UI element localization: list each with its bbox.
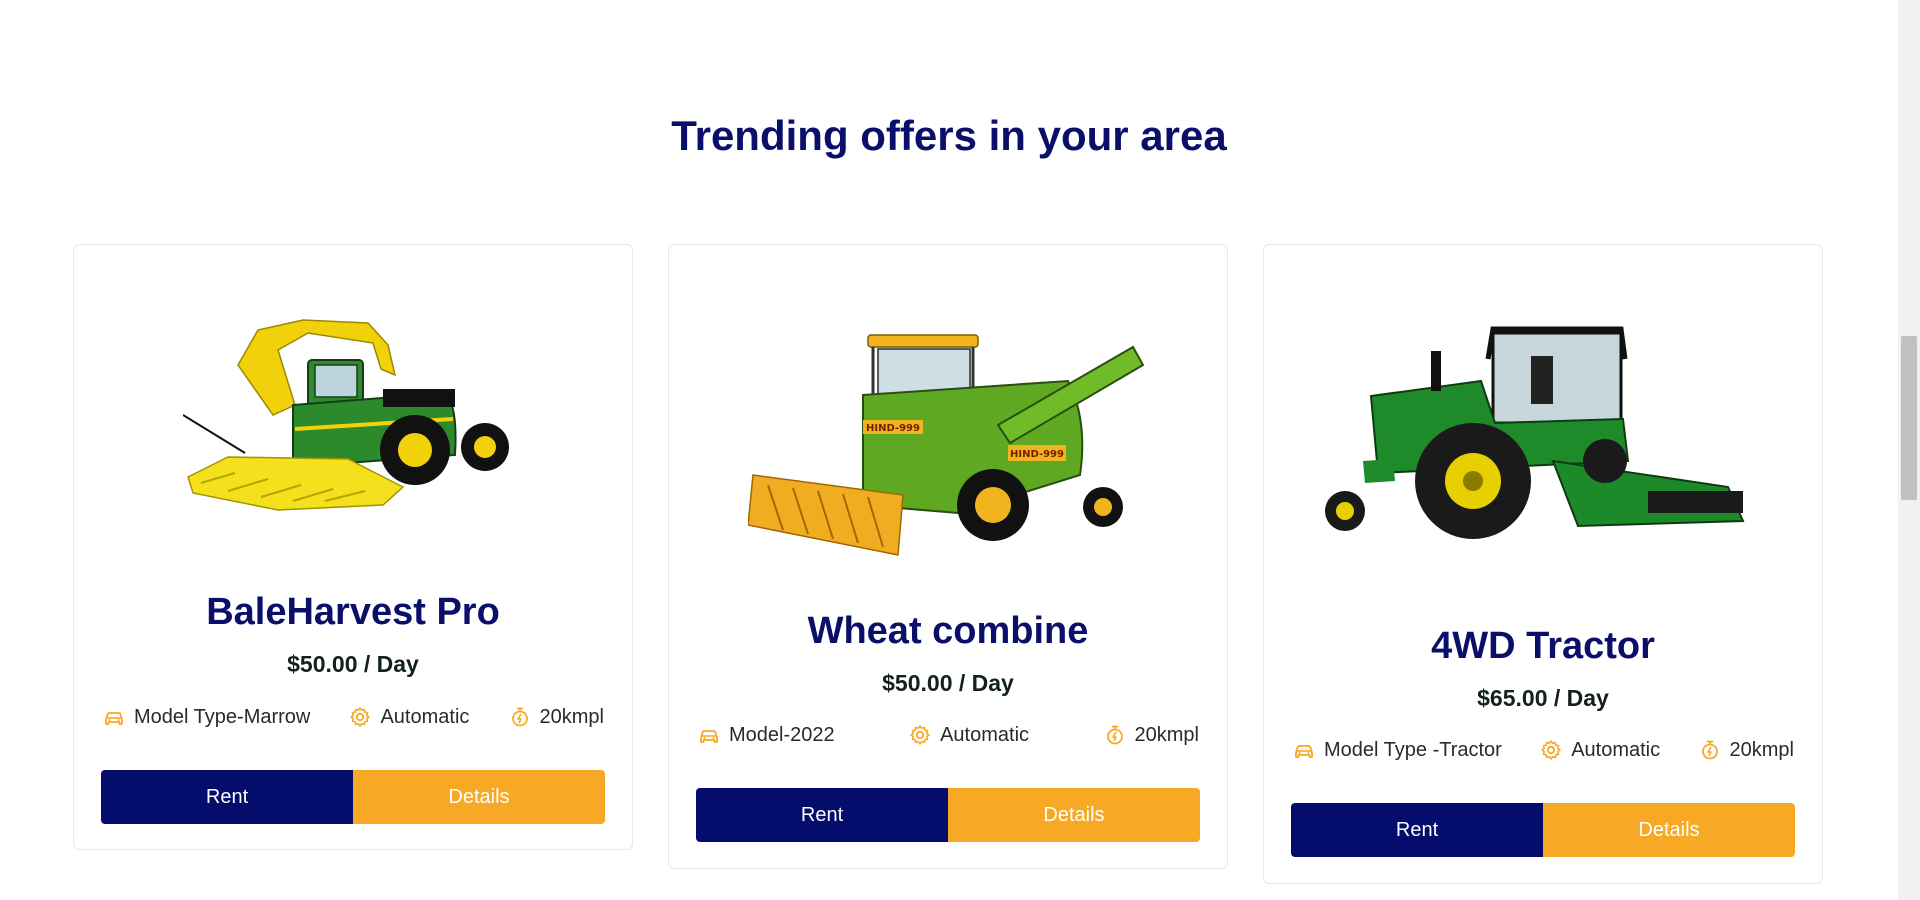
spec-model: Model-2022 [697, 723, 835, 747]
spec-model-text: Model Type-Marrow [134, 705, 311, 728]
spec-mileage: 20kmpl [1103, 723, 1199, 747]
card-actions: Rent Details [1291, 803, 1795, 857]
scrollbar-thumb[interactable] [1901, 336, 1917, 500]
svg-text:HIND-999: HIND-999 [1010, 449, 1064, 460]
car-icon [697, 723, 721, 747]
card-actions: Rent Details [101, 770, 605, 824]
section-title: Trending offers in your area [671, 112, 1227, 159]
card-title: 4WD Tractor [1431, 625, 1655, 667]
details-button[interactable]: Details [353, 770, 605, 824]
details-button[interactable]: Details [948, 788, 1200, 842]
tractor-image [1325, 326, 1745, 539]
rent-button[interactable]: Rent [696, 788, 948, 842]
spec-model-text: Model Type -Tractor [1324, 738, 1502, 761]
offer-card-wheat-combine: HIND-999 HIND-999 Wheat combine $50.00 /… [668, 244, 1228, 869]
combine-harvester-image: HIND-999 HIND-999 [748, 334, 1145, 556]
card-specs: Model-2022 Automatic 20kmpl [697, 723, 1199, 747]
stopwatch-icon [508, 705, 532, 729]
spec-transmission-text: Automatic [380, 705, 470, 728]
gear-icon [348, 705, 372, 729]
spec-mileage: 20kmpl [1698, 738, 1794, 762]
card-specs: Model Type -Tractor Automatic 20kmpl [1292, 738, 1794, 762]
spec-mileage-text: 20kmpl [1134, 723, 1199, 746]
page: Trending offers in your area BaleHarvest… [0, 0, 1898, 900]
card-actions: Rent Details [696, 788, 1200, 842]
car-icon [1292, 738, 1316, 762]
vertical-scrollbar[interactable] [1898, 0, 1920, 900]
offer-card-4wd-tractor: 4WD Tractor $65.00 / Day Model Type -Tra… [1263, 244, 1823, 884]
details-button[interactable]: Details [1543, 803, 1795, 857]
card-specs: Model Type-Marrow Automatic 20kmpl [102, 705, 604, 729]
spec-transmission: Automatic [908, 723, 1029, 747]
rent-button[interactable]: Rent [101, 770, 353, 824]
svg-text:HIND-999: HIND-999 [866, 423, 920, 434]
spec-model-text: Model-2022 [729, 723, 835, 746]
card-title: Wheat combine [807, 610, 1089, 652]
spec-transmission-text: Automatic [1571, 738, 1661, 761]
spec-mileage-text: 20kmpl [539, 705, 604, 728]
rent-button[interactable]: Rent [1291, 803, 1543, 857]
gear-icon [1539, 738, 1563, 762]
offer-card-baleharvest: BaleHarvest Pro $50.00 / Day Model Type-… [73, 244, 633, 850]
card-price: $50.00 / Day [882, 670, 1014, 696]
spec-transmission: Automatic [1539, 738, 1660, 762]
forage-harvester-image [183, 319, 509, 511]
car-icon [102, 705, 126, 729]
spec-transmission: Automatic [348, 705, 469, 729]
card-title: BaleHarvest Pro [206, 591, 500, 633]
spec-mileage: 20kmpl [508, 705, 604, 729]
card-price: $65.00 / Day [1477, 685, 1609, 711]
card-price: $50.00 / Day [287, 651, 419, 677]
spec-transmission-text: Automatic [940, 723, 1030, 746]
stopwatch-icon [1698, 738, 1722, 762]
gear-icon [908, 723, 932, 747]
spec-model: Model Type-Marrow [102, 705, 310, 729]
spec-model: Model Type -Tractor [1292, 738, 1502, 762]
spec-mileage-text: 20kmpl [1729, 738, 1794, 761]
stopwatch-icon [1103, 723, 1127, 747]
